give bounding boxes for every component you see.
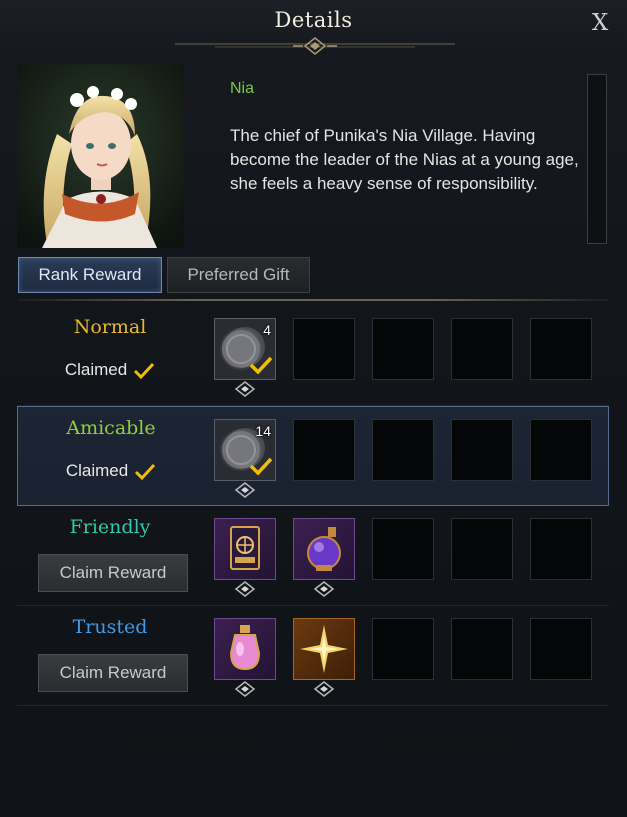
rank-name: Friendly <box>69 516 151 538</box>
empty-reward-slot <box>451 419 513 481</box>
rank-row-normal[interactable]: Normal Claimed 4 <box>17 306 609 406</box>
empty-reward-slot <box>530 318 592 380</box>
card-pack-icon <box>230 526 260 570</box>
rank-row-amicable[interactable]: Amicable Claimed 14 <box>17 406 609 506</box>
empty-reward-slot <box>372 518 434 580</box>
details-window: Details X Nia The chief of Punika's Nia … <box>0 0 627 817</box>
grade-marker-icon <box>234 482 256 498</box>
empty-reward-slot <box>293 419 355 481</box>
grade-marker-icon <box>313 681 335 697</box>
empty-reward-slot <box>530 419 592 481</box>
title-bar: Details X <box>0 0 627 60</box>
grade-marker-icon <box>234 381 256 397</box>
divider <box>18 299 608 301</box>
claimed-status: Claimed <box>17 360 203 380</box>
reward-slot[interactable] <box>214 518 276 580</box>
claimed-label: Claimed <box>64 360 128 379</box>
title-ornament <box>175 37 455 55</box>
claimed-label: Claimed <box>65 461 129 480</box>
check-icon <box>249 457 273 476</box>
close-button[interactable]: X <box>587 10 613 36</box>
rank-name: Normal <box>73 316 147 338</box>
reward-slot[interactable] <box>214 618 276 680</box>
npc-description: The chief of Punika's Nia Village. Havin… <box>230 126 579 193</box>
reward-slot[interactable]: 14 <box>214 419 276 481</box>
check-icon <box>249 356 273 375</box>
grade-marker-icon <box>313 581 335 597</box>
npc-portrait <box>17 64 184 248</box>
reward-slot[interactable]: 4 <box>214 318 276 380</box>
empty-reward-slot <box>372 318 434 380</box>
item-quantity: 4 <box>263 322 271 338</box>
empty-reward-slot <box>451 318 513 380</box>
empty-reward-slot <box>451 618 513 680</box>
empty-reward-slot <box>530 618 592 680</box>
empty-reward-slot <box>293 318 355 380</box>
check-icon <box>135 463 156 480</box>
empty-reward-slot <box>530 518 592 580</box>
rank-row-friendly[interactable]: Friendly Claim Reward <box>17 506 609 606</box>
empty-reward-slot <box>372 618 434 680</box>
npc-name: Nia <box>230 80 255 97</box>
check-icon <box>134 362 155 379</box>
reward-slot[interactable] <box>293 618 355 680</box>
pink-potion-icon <box>229 625 261 671</box>
rank-name: Amicable <box>66 417 156 439</box>
empty-reward-slot <box>451 518 513 580</box>
tab-rank-reward[interactable]: Rank Reward <box>18 257 162 293</box>
grade-marker-icon <box>234 681 256 697</box>
scrollbar[interactable] <box>587 74 607 244</box>
star-burst-icon <box>300 625 348 673</box>
item-quantity: 14 <box>255 423 271 439</box>
claim-reward-button[interactable]: Claim Reward <box>38 654 188 692</box>
grade-marker-icon <box>234 581 256 597</box>
purple-potion-icon <box>307 527 341 571</box>
rank-row-trusted[interactable]: Trusted Claim Reward <box>17 606 609 706</box>
tab-preferred-gift[interactable]: Preferred Gift <box>167 257 310 293</box>
claim-reward-button[interactable]: Claim Reward <box>38 554 188 592</box>
rank-name: Trusted <box>72 616 148 638</box>
empty-reward-slot <box>372 419 434 481</box>
reward-slot[interactable] <box>293 518 355 580</box>
claimed-status: Claimed <box>18 461 204 481</box>
window-title: Details <box>274 8 353 32</box>
